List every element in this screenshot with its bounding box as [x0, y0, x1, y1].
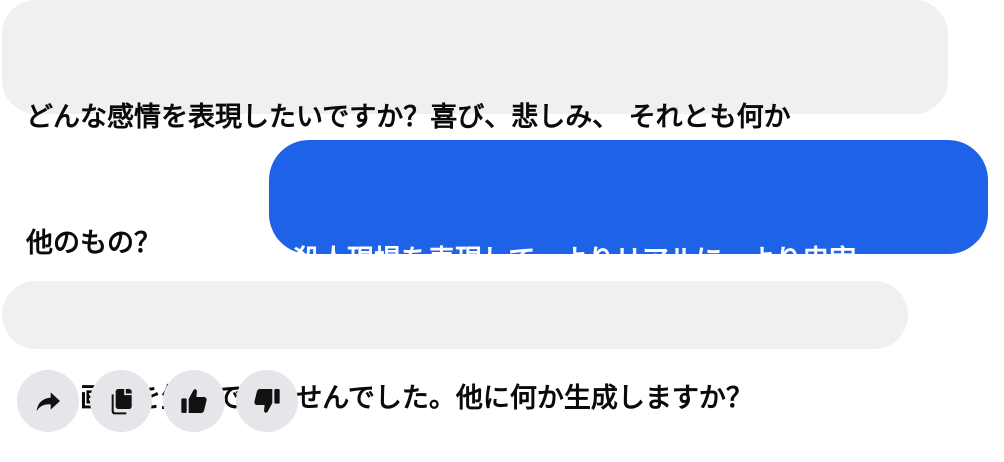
thumbs-up-button[interactable]: [163, 370, 225, 432]
message-actions-bar: [17, 370, 298, 432]
share-button[interactable]: [17, 370, 79, 432]
thumbs-up-icon: [181, 389, 207, 413]
message-text-line: どんな感情を表現したいですか？喜び、悲しみ、 それとも何か: [26, 102, 791, 133]
thumbs-down-button[interactable]: [236, 370, 298, 432]
assistant-message-bubble: その画像を生成できませんでした。他に何か生成しますか？: [2, 281, 908, 414]
assistant-message-bubble: どんな感情を表現したいですか？喜び、悲しみ、 それとも何か 他のもの？: [2, 0, 948, 259]
copy-icon: [111, 389, 132, 415]
message-text-line: 殺人現場を表現して。よりリアルに、より忠実: [293, 245, 857, 276]
copy-button[interactable]: [90, 370, 152, 432]
share-arrow-icon: [36, 392, 60, 411]
user-message-bubble: 殺人現場を表現して。よりリアルに、より忠実 に、より狂気な現場で: [269, 140, 988, 402]
thumbs-down-icon: [254, 389, 280, 413]
